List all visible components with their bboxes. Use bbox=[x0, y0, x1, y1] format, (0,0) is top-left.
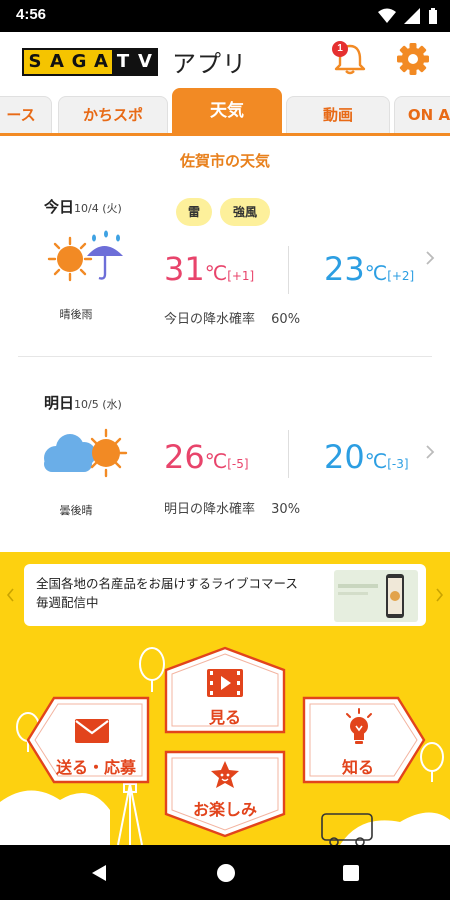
recents-icon[interactable] bbox=[342, 864, 360, 882]
tab-news[interactable]: ース bbox=[0, 96, 52, 133]
system-navigation-bar bbox=[0, 845, 450, 900]
tomorrow-condition: 曇後晴 bbox=[59, 504, 93, 517]
send-apply-label: 送る・応募 bbox=[55, 758, 136, 777]
today-high: 31℃[+1] bbox=[164, 250, 254, 288]
today-day: 今日 bbox=[44, 198, 75, 216]
logo-letter: V bbox=[134, 49, 156, 74]
tomorrow-low-value: 20 bbox=[324, 438, 365, 476]
cloudy-then-sunny-icon bbox=[38, 426, 132, 482]
tomorrow-low-diff: [-3] bbox=[387, 457, 409, 471]
tab-video[interactable]: 動画 bbox=[286, 96, 390, 133]
today-high-value: 31 bbox=[164, 250, 205, 288]
know-label: 知る bbox=[341, 758, 374, 777]
today-condition: 晴後雨 bbox=[59, 308, 93, 321]
sagatv-logo: S A G A T V アプリ bbox=[22, 44, 247, 79]
home-icon[interactable] bbox=[215, 862, 237, 884]
today-label: 今日10/4 (火) bbox=[44, 196, 122, 217]
category-tabs: ース かちスポ 天気 動画 ON A bbox=[0, 88, 450, 136]
video-icon bbox=[207, 669, 243, 697]
system-icons bbox=[378, 8, 438, 24]
enjoy-button[interactable]: お楽しみ bbox=[160, 748, 290, 840]
tomorrow-rain-value: 30% bbox=[271, 502, 301, 517]
tab-weather[interactable]: 天気 bbox=[172, 88, 282, 133]
logo-letter: T bbox=[112, 49, 134, 74]
status-bar: 4:56 bbox=[0, 0, 450, 32]
today-rain-value: 60% bbox=[271, 312, 301, 327]
tomorrow-label: 明日10/5 (水) bbox=[44, 392, 122, 413]
tomorrow-low: 20℃[-3] bbox=[324, 438, 409, 476]
settings-button[interactable] bbox=[394, 40, 432, 78]
tomorrow-high-value: 26 bbox=[164, 438, 205, 476]
temp-unit: ℃ bbox=[204, 261, 228, 285]
logo-letter: A bbox=[90, 49, 112, 74]
sunny-then-rain-icon bbox=[44, 230, 130, 286]
tab-kachispo[interactable]: かちスポ bbox=[58, 96, 168, 133]
tomorrow-high-diff: [-5] bbox=[227, 457, 249, 471]
weather-title: 佐賀市の天気 bbox=[179, 152, 270, 170]
send-apply-button[interactable]: 送る・応募 bbox=[24, 694, 152, 786]
battery-icon bbox=[429, 8, 437, 24]
know-button[interactable]: 知る bbox=[300, 694, 428, 786]
chevron-right-icon bbox=[426, 251, 435, 265]
temp-unit: ℃ bbox=[364, 261, 388, 285]
back-icon[interactable] bbox=[90, 863, 108, 883]
chevron-right-icon bbox=[426, 445, 435, 459]
mail-icon bbox=[75, 719, 109, 743]
tomorrow-high: 26℃[-5] bbox=[164, 438, 249, 476]
star-face-icon bbox=[211, 761, 239, 788]
watch-label: 見る bbox=[208, 708, 241, 727]
logo-letter: A bbox=[46, 49, 68, 74]
temp-unit: ℃ bbox=[204, 449, 228, 473]
watch-button[interactable]: 見る bbox=[160, 644, 290, 736]
temp-unit: ℃ bbox=[364, 449, 388, 473]
lightbulb-icon bbox=[346, 708, 372, 744]
tomorrow-rain-label: 明日の降水確率 bbox=[164, 502, 256, 517]
signal-icon bbox=[404, 8, 420, 24]
today-rain: 今日の降水確率 60% bbox=[164, 308, 300, 327]
tomorrow-date: 10/5 (水) bbox=[74, 398, 122, 411]
logo-wordmark: S A G A T V bbox=[22, 47, 158, 76]
app-label: アプリ bbox=[172, 50, 247, 78]
enjoy-label: お楽しみ bbox=[192, 800, 257, 819]
menu-area: 全国各地の名産品をお届けするライブコマース 毎週配信中 見る 送る・応募 知る … bbox=[0, 552, 450, 845]
temp-divider bbox=[288, 246, 289, 294]
today-date: 10/4 (火) bbox=[74, 202, 122, 215]
today-low: 23℃[+2] bbox=[324, 250, 414, 288]
divider bbox=[18, 356, 432, 357]
notification-button[interactable]: 1 bbox=[330, 40, 370, 76]
warning-badge: 雷 bbox=[176, 198, 212, 226]
warning-badge: 強風 bbox=[220, 198, 270, 226]
logo-letter: S bbox=[24, 49, 46, 74]
today-low-diff: [+2] bbox=[387, 269, 415, 283]
gear-icon bbox=[397, 43, 429, 75]
tomorrow-day: 明日 bbox=[44, 394, 75, 412]
app-header: S A G A T V アプリ 1 bbox=[0, 32, 450, 84]
today-high-diff: [+1] bbox=[227, 269, 255, 283]
temp-divider bbox=[288, 430, 289, 478]
wifi-icon bbox=[378, 8, 396, 23]
tomorrow-rain: 明日の降水確率 30% bbox=[164, 498, 300, 517]
today-rain-label: 今日の降水確率 bbox=[164, 312, 256, 327]
today-low-value: 23 bbox=[324, 250, 365, 288]
status-time: 4:56 bbox=[16, 6, 47, 23]
tab-on-air[interactable]: ON A bbox=[394, 96, 450, 133]
logo-letter: G bbox=[68, 49, 90, 74]
notification-badge: 1 bbox=[332, 41, 348, 57]
